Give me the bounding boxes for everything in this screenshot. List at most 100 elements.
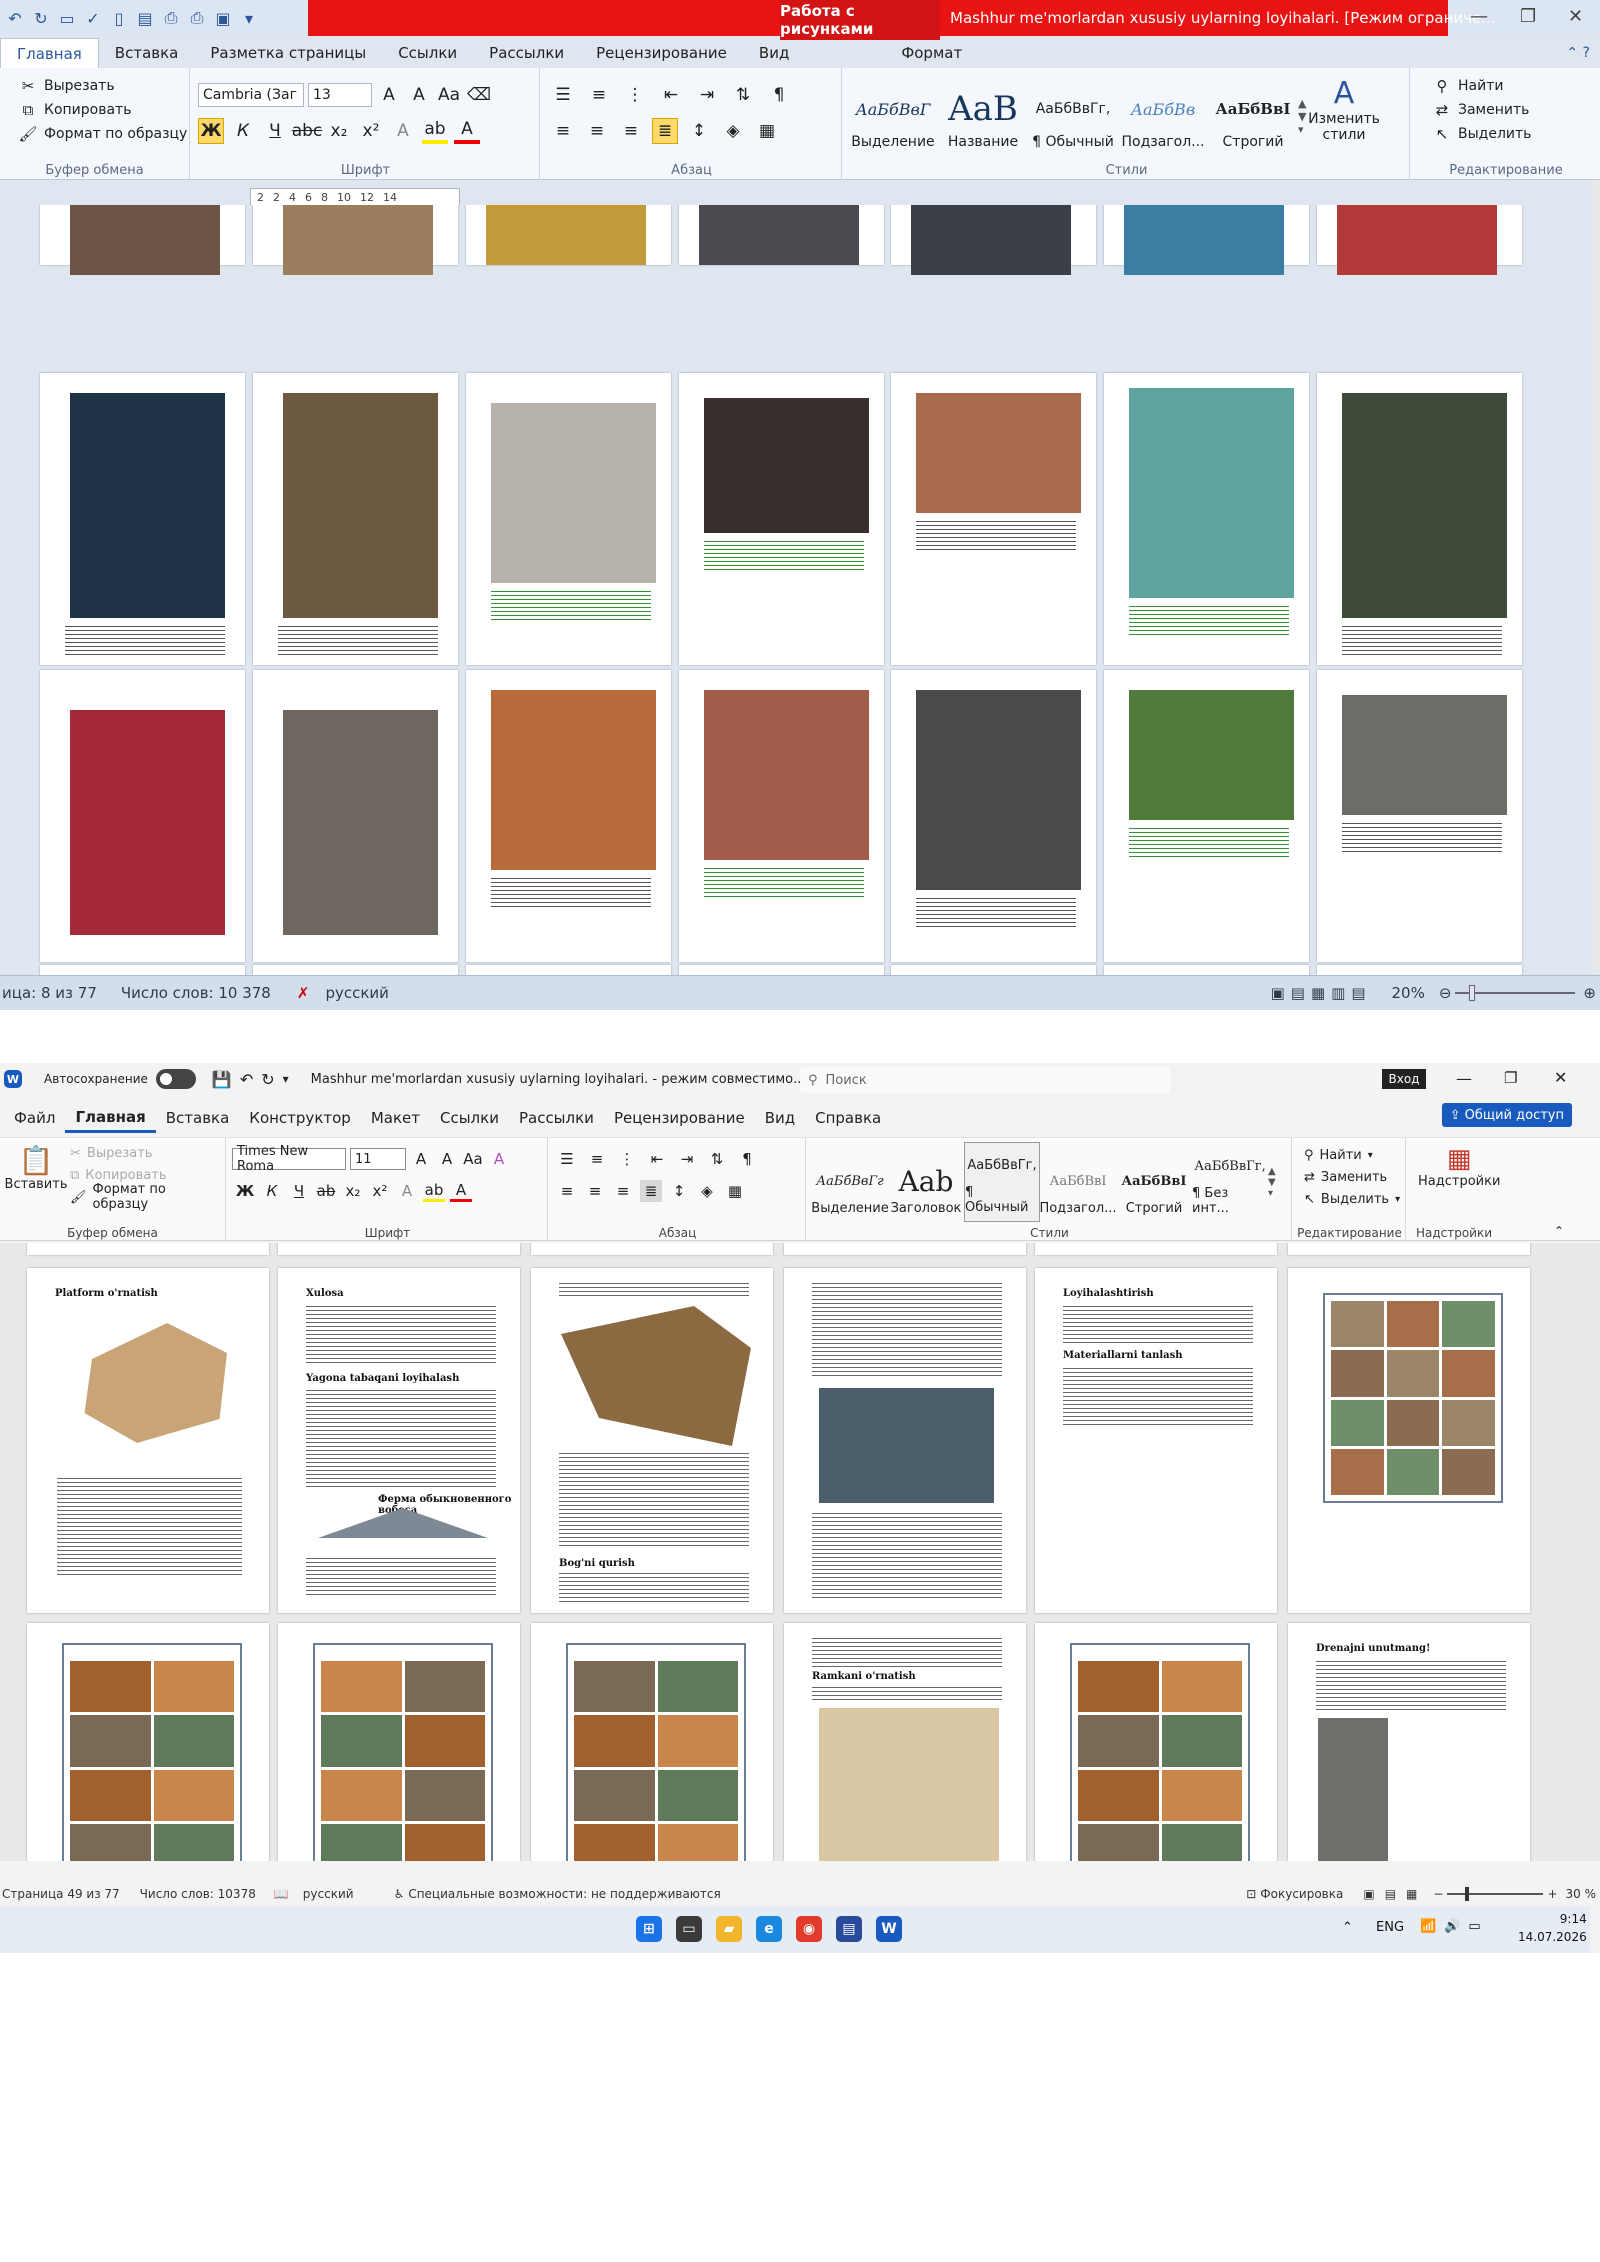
select-button-new[interactable]: ↖ Выделить ▾ [1304,1188,1400,1210]
page-counter[interactable]: ица: 8 из 77 [2,984,97,1002]
zoom-out-icon-new[interactable]: − [1433,1887,1443,1901]
view-mode-icons-new[interactable]: ▣▤▦ [1363,1887,1427,1901]
undo-icon[interactable]: ↶ [4,7,26,29]
bullets-icon[interactable]: ☰ [550,82,576,108]
highlight-icon[interactable]: ab [422,118,448,144]
decrease-indent-icon[interactable]: ⇤ [658,82,684,108]
change-case-icon[interactable]: Aa [436,82,462,108]
zoom-level[interactable]: 20% [1392,984,1425,1002]
align-left-icon-new[interactable]: ≡ [556,1180,578,1202]
tray-overflow-icon[interactable]: ⌃ [1342,1920,1353,1935]
shading-icon[interactable]: ◈ [720,118,746,144]
view-mode-icons[interactable]: ▣▤▦▥▤ [1271,984,1372,1002]
tab-file[interactable]: Файл [4,1103,65,1133]
bold-icon-new[interactable]: Ж [234,1180,256,1202]
style-subtitle[interactable]: АаБбВв Подзагол... [1118,68,1208,164]
blank-page-icon[interactable]: ▯ [108,7,130,29]
print-preview-icon[interactable]: ⎙ [160,7,182,29]
style-no-spacing-new[interactable]: АаБбВвГг, ¶ Без инт... [1192,1142,1268,1222]
tab-review[interactable]: Рецензирование [580,38,743,68]
start-icon[interactable]: ⊞ [636,1916,662,1942]
tab-design[interactable]: Конструктор [239,1103,361,1133]
accessibility-icon[interactable]: ♿ [394,1887,405,1901]
redo-icon[interactable]: ↻ [30,7,52,29]
italic-icon[interactable]: К [230,118,256,144]
style-heading-new[interactable]: Aab Заголовок [888,1142,964,1222]
save-app-icon[interactable]: ▤ [836,1916,862,1942]
print-icon[interactable]: ⎙ [186,7,208,29]
picture-tools-context-tab[interactable]: Работа с рисунками [780,0,940,40]
pilcrow-icon-new[interactable]: ¶ [736,1148,758,1170]
multilevel-list-icon[interactable]: ⋮ [622,82,648,108]
share-button[interactable]: ⇪ Общий доступ [1441,1103,1572,1127]
align-center-icon[interactable]: ≡ [584,118,610,144]
strikethrough-icon-new[interactable]: ab [315,1180,337,1202]
tray-clock[interactable]: 9:14 14.07.2026 [1518,1910,1587,1946]
new-document-title[interactable]: Mashhur me'morlardan xususiy uylarning l… [311,1072,806,1087]
numbering-icon[interactable]: ≡ [586,82,612,108]
style-normal-new[interactable]: АаБбВвГг, ¶ Обычный [964,1142,1040,1222]
tab-insert[interactable]: Вставка [99,38,195,68]
old-document-area[interactable] [0,205,1592,975]
focus-button[interactable]: Фокусировка [1260,1887,1343,1901]
style-title[interactable]: AaB Название [938,68,1028,164]
restore-icon-new[interactable]: ❐ [1504,1069,1517,1087]
new-doc-icon[interactable]: ▭ [56,7,78,29]
superscript-icon-new[interactable]: x² [369,1180,391,1202]
proofing-icon[interactable]: ✗ [297,984,310,1002]
spellcheck-icon[interactable]: ✓ [82,7,104,29]
clear-format-icon[interactable]: ⌫ [466,82,492,108]
tab-mailings-new[interactable]: Рассылки [509,1103,604,1133]
subscript-icon[interactable]: x₂ [326,118,352,144]
word-count-new[interactable]: Число слов: 10378 [140,1887,256,1901]
pilcrow-icon[interactable]: ¶ [766,82,792,108]
change-case-icon-new[interactable]: Aa [462,1148,484,1170]
select-button[interactable]: ↖ Выделить [1432,122,1532,146]
multilevel-list-icon-new[interactable]: ⋮ [616,1148,638,1170]
tab-help[interactable]: Справка [805,1103,891,1133]
align-left-icon[interactable]: ≡ [550,118,576,144]
copy-button[interactable]: ⧉ Копировать [18,98,187,122]
zoom-out-icon[interactable]: ⊖ [1439,984,1452,1002]
file-explorer-icon[interactable]: ▰ [716,1916,742,1942]
style-normal[interactable]: АаБбВвГг, ¶ Обычный [1028,68,1118,164]
language-indicator-new[interactable]: русский [303,1887,354,1901]
font-name-select[interactable]: Cambria (Заг [198,83,304,107]
tab-references-new[interactable]: Ссылки [430,1103,509,1133]
underline-icon[interactable]: Ч [262,118,288,144]
decrease-indent-icon-new[interactable]: ⇤ [646,1148,668,1170]
replace-button-new[interactable]: ⇄ Заменить [1304,1166,1400,1188]
customize-qat-icon[interactable]: ▾ [238,7,260,29]
italic-icon-new[interactable]: К [261,1180,283,1202]
tab-home[interactable]: Главная [0,38,99,68]
bold-icon[interactable]: Ж [198,118,224,144]
style-emphasis-new[interactable]: АаБбВвГг Выделение [811,1142,888,1222]
align-right-icon[interactable]: ≡ [618,118,644,144]
superscript-icon[interactable]: x² [358,118,384,144]
chrome-icon[interactable]: ◉ [796,1916,822,1942]
search-box[interactable]: ⚲ Поиск [800,1067,1170,1093]
shrink-font-icon-new[interactable]: A [436,1148,458,1170]
line-spacing-icon[interactable]: ↕ [686,118,712,144]
cut-button[interactable]: ✂ Вырезать [18,74,187,98]
line-spacing-icon-new[interactable]: ↕ [668,1180,690,1202]
tab-page-layout[interactable]: Разметка страницы [194,38,382,68]
shading-icon-new[interactable]: ◈ [696,1180,718,1202]
text-effects-icon[interactable]: A [390,118,416,144]
tab-view-new[interactable]: Вид [755,1103,805,1133]
tab-review-new[interactable]: Рецензирование [604,1103,755,1133]
text-effects-icon-new[interactable]: A [396,1180,418,1202]
new-document-area[interactable]: Platform o'rnatish Xulosa Yagona tabaqani … [0,1243,1600,1861]
zoom-slider-new[interactable] [1447,1887,1544,1901]
zoom-slider-thumb-new[interactable] [1465,1887,1470,1901]
save-icon[interactable]: 💾 [212,1070,232,1089]
horizontal-ruler[interactable]: 2 2 4 6 8 10 12 14 [250,188,460,206]
align-right-icon-new[interactable]: ≡ [612,1180,634,1202]
tab-insert-new[interactable]: Вставка [156,1103,240,1133]
tab-layout[interactable]: Макет [361,1103,430,1133]
close-icon[interactable]: ✕ [1568,6,1583,27]
proofing-icon-new[interactable]: 📖 [274,1887,289,1901]
undo-icon-new[interactable]: ↶ [240,1070,253,1089]
language-indicator[interactable]: русский [325,984,388,1002]
focus-icon[interactable]: ⊡ [1246,1887,1256,1901]
